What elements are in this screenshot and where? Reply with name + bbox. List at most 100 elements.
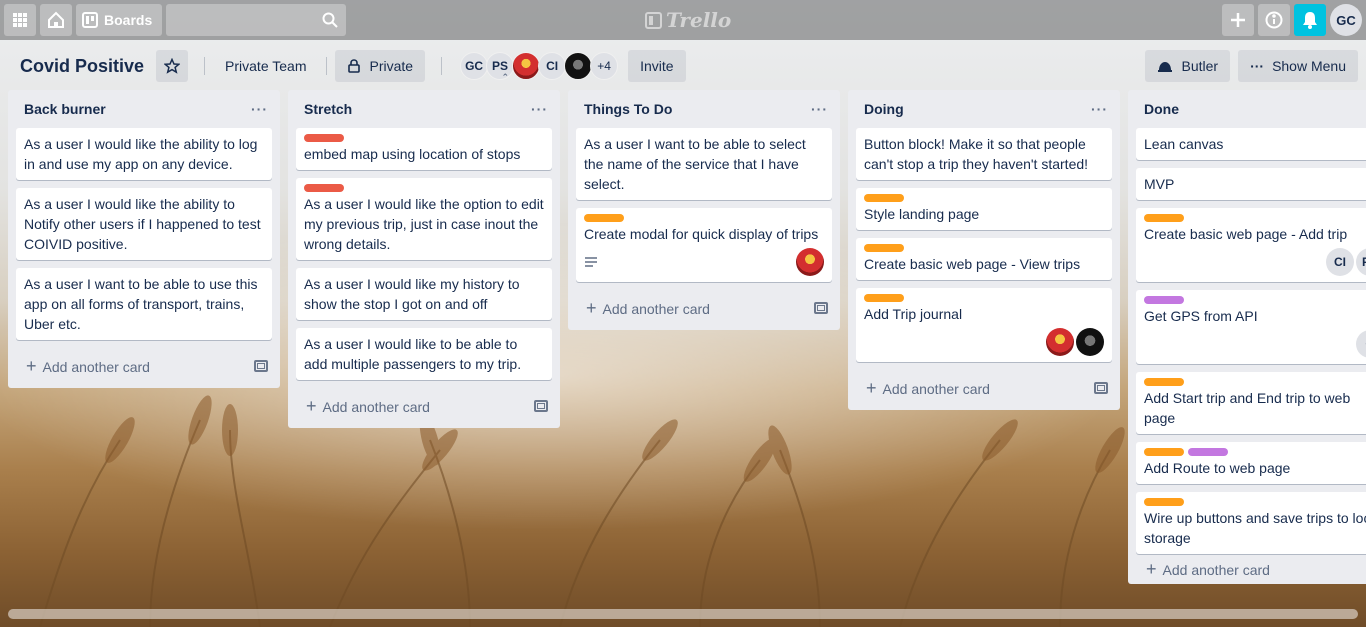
card[interactable]: As a user I would like to be able to add…: [296, 328, 552, 380]
list-menu-icon[interactable]: ···: [531, 101, 548, 117]
plus-icon: +: [1146, 558, 1157, 579]
card-label-orange[interactable]: [584, 214, 624, 222]
team-button[interactable]: Private Team: [213, 50, 318, 82]
plus-icon: +: [586, 297, 597, 318]
home-icon: [48, 11, 64, 28]
apps-grid-button[interactable]: [4, 4, 36, 36]
card-label-purple[interactable]: [1144, 296, 1184, 304]
card-label-orange[interactable]: [864, 294, 904, 302]
add-card-button[interactable]: + Add another card: [848, 370, 1120, 406]
list-menu-icon[interactable]: ···: [1091, 101, 1108, 117]
list-title[interactable]: Things To Do: [584, 101, 672, 117]
bell-icon: [1303, 12, 1317, 29]
card[interactable]: embed map using location of stops: [296, 128, 552, 170]
card[interactable]: Button block! Make it so that people can…: [856, 128, 1112, 180]
card[interactable]: Lean canvas: [1136, 128, 1366, 160]
list-title[interactable]: Back burner: [24, 101, 106, 117]
boards-button[interactable]: Boards: [76, 4, 163, 36]
member-avatar[interactable]: CI: [538, 52, 567, 80]
card[interactable]: As a user I would like the ability to No…: [16, 188, 272, 260]
card[interactable]: As a user I would like the ability to lo…: [16, 128, 272, 180]
card-member-avatar-photo[interactable]: [1076, 328, 1104, 356]
boards-icon: [82, 12, 98, 28]
card[interactable]: Wire up buttons and save trips to local …: [1136, 492, 1366, 554]
card-label-orange[interactable]: [864, 244, 904, 252]
invite-button[interactable]: Invite: [628, 50, 686, 82]
trello-logo-icon: [645, 11, 662, 29]
boards-label: Boards: [104, 12, 153, 28]
card-label-red[interactable]: [304, 184, 344, 192]
card-member-avatar-photo[interactable]: [796, 248, 824, 276]
trello-logo[interactable]: Trello: [645, 8, 731, 32]
member-avatar[interactable]: GC: [460, 52, 489, 80]
list-title[interactable]: Doing: [864, 101, 904, 117]
card[interactable]: Get GPS from API G: [1136, 290, 1366, 364]
add-card-button[interactable]: + Add another card: [8, 348, 280, 384]
info-button[interactable]: [1258, 4, 1290, 36]
card[interactable]: MVP: [1136, 168, 1366, 200]
card-title: Button block! Make it so that people can…: [864, 136, 1089, 172]
card[interactable]: As a user I want to be able to use this …: [16, 268, 272, 340]
card[interactable]: Add Trip journal: [856, 288, 1112, 362]
card[interactable]: As a user I would like my history to sho…: [296, 268, 552, 320]
member-avatar[interactable]: PS ⌃: [486, 52, 515, 82]
header-divider: [441, 57, 443, 75]
card[interactable]: Create basic web page - Add trip CI PS: [1136, 208, 1366, 282]
card[interactable]: As a user I want to be able to select th…: [576, 128, 832, 200]
card-title: Create basic web page - View trips: [864, 256, 1081, 272]
card-member-avatar[interactable]: G: [1356, 330, 1366, 358]
add-card-button[interactable]: + Add another card: [1128, 554, 1366, 584]
card-label-orange[interactable]: [1144, 378, 1184, 386]
card[interactable]: As a user I would like the option to edi…: [296, 178, 552, 260]
card-template-icon[interactable]: [534, 400, 548, 412]
list-done: Done Lean canvas MVP Create basic web pa…: [1128, 90, 1366, 584]
more-members-button[interactable]: +4: [590, 52, 619, 80]
card[interactable]: Add Route to web page: [1136, 442, 1366, 484]
create-button[interactable]: [1222, 4, 1254, 36]
card-template-icon[interactable]: [254, 360, 268, 372]
card[interactable]: Add Start trip and End trip to web page: [1136, 372, 1366, 434]
card-title: As a user I want to be able to use this …: [24, 276, 258, 332]
card[interactable]: Create modal for quick display of trips: [576, 208, 832, 282]
member-avatar-photo[interactable]: [512, 52, 541, 80]
card[interactable]: Style landing page: [856, 188, 1112, 230]
list-title[interactable]: Stretch: [304, 101, 352, 117]
card[interactable]: Create basic web page - View trips: [856, 238, 1112, 280]
notifications-button[interactable]: [1294, 4, 1326, 36]
show-menu-button[interactable]: ··· Show Menu: [1238, 50, 1358, 82]
list-menu-icon[interactable]: ···: [811, 101, 828, 117]
card-member-avatar-photo[interactable]: [1046, 328, 1074, 356]
list-title[interactable]: Done: [1144, 101, 1179, 117]
add-card-button[interactable]: + Add another card: [568, 290, 840, 326]
card-label-red[interactable]: [304, 134, 344, 142]
card-label-purple[interactable]: [1188, 448, 1228, 456]
plus-icon: [1231, 13, 1245, 27]
card-label-orange[interactable]: [1144, 448, 1184, 456]
member-avatar-photo[interactable]: [564, 52, 593, 80]
add-card-label: Add another card: [42, 358, 150, 375]
header-divider: [326, 57, 328, 75]
board-title[interactable]: Covid Positive: [8, 56, 156, 77]
user-avatar[interactable]: GC: [1330, 4, 1362, 36]
list-menu-icon[interactable]: ···: [251, 101, 268, 117]
search-input[interactable]: [166, 4, 347, 36]
add-card-label: Add another card: [882, 380, 990, 397]
card-member-avatar[interactable]: CI: [1326, 248, 1354, 276]
card-label-orange[interactable]: [1144, 498, 1184, 506]
scrollbar-thumb[interactable]: [8, 609, 1358, 619]
board-horizontal-scrollbar[interactable]: [8, 609, 1358, 619]
card-label-orange[interactable]: [1144, 214, 1184, 222]
butler-button[interactable]: Butler: [1145, 50, 1231, 82]
add-card-button[interactable]: + Add another card: [288, 388, 560, 424]
card-template-icon[interactable]: [1094, 382, 1108, 394]
card-member-avatar[interactable]: PS: [1356, 248, 1366, 276]
star-button[interactable]: [156, 50, 189, 82]
visibility-button[interactable]: Private: [335, 50, 426, 82]
card-template-icon[interactable]: [814, 302, 828, 314]
card-label-orange[interactable]: [864, 194, 904, 202]
card-title: As a user I would like the ability to No…: [24, 196, 261, 252]
card-title: As a user I want to be able to select th…: [584, 136, 806, 192]
admin-chevron-icon: ⌃: [501, 72, 510, 82]
home-button[interactable]: [40, 4, 72, 36]
card-title: Wire up buttons and save trips to local …: [1144, 510, 1366, 546]
